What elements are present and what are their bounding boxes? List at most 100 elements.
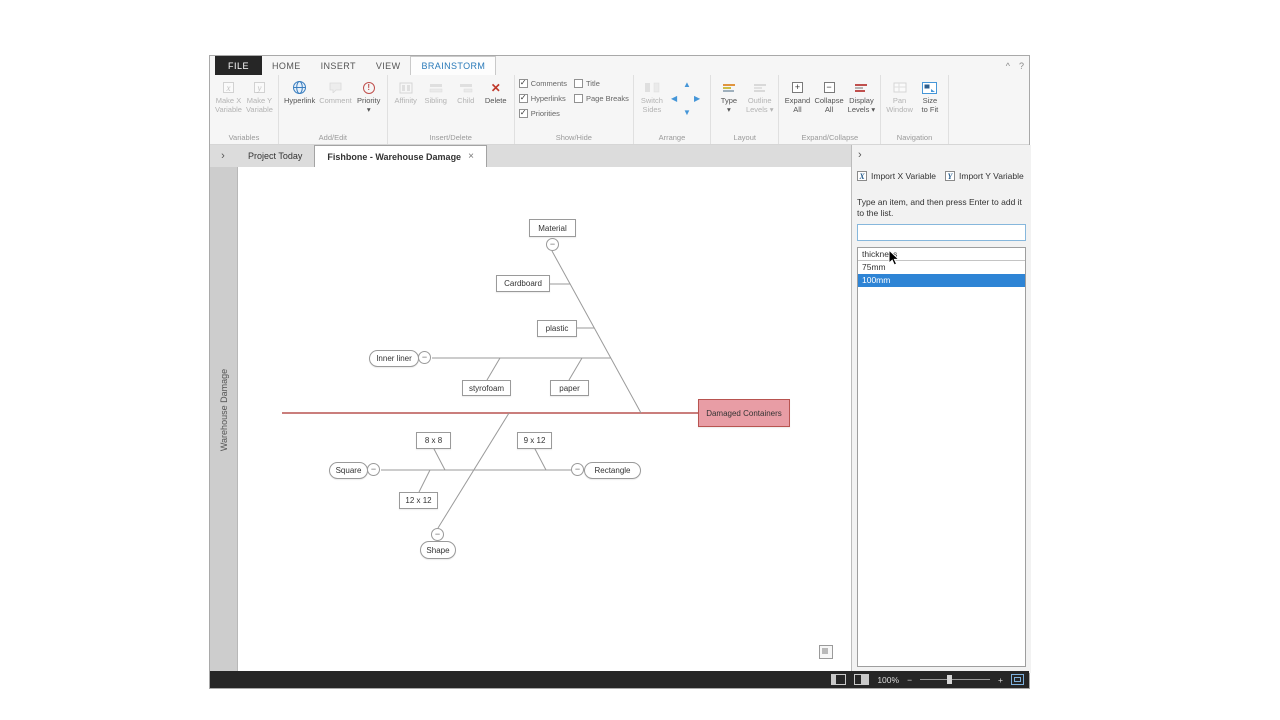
group-label-variables: Variables <box>210 132 278 144</box>
comment-button[interactable]: Comment <box>317 77 354 105</box>
checkbox-hyperlinks[interactable]: ✓ Hyperlinks <box>519 94 567 103</box>
node-shape[interactable]: Shape <box>420 541 456 559</box>
list-item[interactable]: 75mm <box>858 261 1025 274</box>
collapse-toggle-square[interactable]: − <box>367 463 380 476</box>
group-label-navigation: Navigation <box>881 132 948 144</box>
group-arrange: Switch Sides ▲ ◀ ▶ ▼ Arrange <box>634 75 711 144</box>
priority-button[interactable]: ! Priority ▾ <box>354 77 384 114</box>
tab-insert[interactable]: INSERT <box>311 56 366 75</box>
list-item[interactable]: 100mm <box>858 274 1025 287</box>
collapse-all-button[interactable]: − Collapse All <box>812 77 845 114</box>
comment-icon <box>329 79 342 96</box>
tab-view[interactable]: VIEW <box>366 56 411 75</box>
split-view-icon[interactable] <box>854 674 869 685</box>
delete-x-icon: ✕ <box>491 81 501 95</box>
collapse-toggle-inner-liner[interactable]: − <box>418 351 431 364</box>
size-to-fit-icon <box>922 79 937 96</box>
document-tab-bar: › Project Today Fishbone - Warehouse Dam… <box>210 145 851 167</box>
zoom-out-button[interactable]: − <box>907 675 912 685</box>
zoom-slider-thumb[interactable] <box>947 675 952 684</box>
node-8x8[interactable]: 8 x 8 <box>416 432 451 449</box>
move-up-button[interactable]: ▲ <box>683 81 691 89</box>
node-12x12[interactable]: 12 x 12 <box>399 492 438 509</box>
close-tab-icon[interactable]: × <box>468 151 474 162</box>
node-cardboard[interactable]: Cardboard <box>496 275 550 292</box>
group-label-add-edit: Add/Edit <box>279 132 387 144</box>
zoom-level: 100% <box>877 675 899 685</box>
tab-project-today[interactable]: Project Today <box>236 145 314 167</box>
node-paper[interactable]: paper <box>550 380 589 396</box>
move-left-button[interactable]: ◀ <box>671 95 677 103</box>
group-layout: Type ▾ Outline Levels ▾ Layout <box>711 75 780 144</box>
add-item-input[interactable] <box>857 224 1026 241</box>
diagram-canvas[interactable]: Material − Cardboard plastic Inner liner… <box>238 167 851 673</box>
tab-file[interactable]: FILE <box>215 56 262 75</box>
tab-fishbone-warehouse-damage[interactable]: Fishbone - Warehouse Damage × <box>314 145 487 167</box>
group-label-show-hide: Show/Hide <box>515 132 633 144</box>
collapse-toggle-rectangle[interactable]: − <box>571 463 584 476</box>
child-button[interactable]: Child <box>451 77 481 105</box>
checkbox-page-breaks[interactable]: Page Breaks <box>574 94 629 103</box>
item-list[interactable]: thickness 75mm 100mm <box>857 247 1026 667</box>
group-add-edit: Hyperlink Comment ! Priority ▾ Add/Edit <box>279 75 388 144</box>
left-panel-chevron-icon[interactable]: › <box>210 145 236 167</box>
import-x-variable-button[interactable]: X Import X Variable <box>854 169 942 183</box>
checkbox-box <box>574 79 583 88</box>
group-expand-collapse: + Expand All − Collapse All Display Leve… <box>779 75 881 144</box>
outline-levels-button[interactable]: Outline Levels ▾ <box>744 77 776 114</box>
node-rectangle[interactable]: Rectangle <box>584 462 641 479</box>
checkbox-title[interactable]: Title <box>574 79 629 88</box>
checkbox-box: ✓ <box>519 94 528 103</box>
help-icon[interactable]: ? <box>1019 61 1024 71</box>
make-y-variable-button[interactable]: y Make Y Variable <box>244 77 275 114</box>
node-damaged-containers[interactable]: Damaged Containers <box>698 399 790 427</box>
affinity-button[interactable]: Affinity <box>391 77 421 105</box>
display-levels-button[interactable]: Display Levels ▾ <box>846 77 878 114</box>
move-right-button[interactable]: ▶ <box>694 95 700 103</box>
node-9x12[interactable]: 9 x 12 <box>517 432 552 449</box>
normal-view-icon[interactable] <box>831 674 846 685</box>
zoom-slider[interactable] <box>920 675 990 684</box>
variable-panel: › X Import X Variable Y Import Y Variabl… <box>851 145 1031 673</box>
right-panel-chevron-icon[interactable]: › <box>858 149 862 161</box>
ribbon-tab-bar: FILE HOME INSERT VIEW BRAINSTORM ^ ? <box>210 56 1029 75</box>
tab-home[interactable]: HOME <box>262 56 311 75</box>
make-x-variable-button[interactable]: x Make X Variable <box>213 77 244 114</box>
page-navigator-button[interactable] <box>819 645 833 659</box>
document-sidebar[interactable]: Warehouse Damage <box>210 167 238 673</box>
fit-to-window-icon[interactable] <box>1011 674 1024 685</box>
type-button[interactable]: Type ▾ <box>714 77 744 114</box>
group-insert-delete: Affinity Sibling Child ✕ Delete <box>388 75 515 144</box>
tab-brainstorm[interactable]: BRAINSTORM <box>410 56 496 75</box>
switch-sides-button[interactable]: Switch Sides <box>637 77 667 114</box>
delete-button[interactable]: ✕ Delete <box>481 77 511 105</box>
move-down-button[interactable]: ▼ <box>683 109 691 117</box>
collapse-toggle-shape[interactable]: − <box>431 528 444 541</box>
outline-levels-icon <box>754 79 766 96</box>
pan-window-button[interactable]: Pan Window <box>884 77 915 114</box>
sibling-button[interactable]: Sibling <box>421 77 451 105</box>
collapse-toggle-material[interactable]: − <box>546 238 559 251</box>
node-plastic[interactable]: plastic <box>537 320 577 337</box>
y-variable-icon: Y <box>945 171 955 181</box>
checkbox-priorities[interactable]: ✓ Priorities <box>519 109 567 118</box>
y-variable-icon: y <box>254 82 265 93</box>
collapse-ribbon-icon[interactable]: ^ <box>1006 61 1010 71</box>
checkbox-box: ✓ <box>519 79 528 88</box>
node-styrofoam[interactable]: styrofoam <box>462 380 511 396</box>
group-variables: x Make X Variable y Make Y Variable Vari… <box>210 75 279 144</box>
node-square[interactable]: Square <box>329 462 368 479</box>
node-inner-liner[interactable]: Inner liner <box>369 350 419 367</box>
list-item[interactable]: thickness <box>858 248 1025 261</box>
group-label-arrange: Arrange <box>634 132 710 144</box>
checkbox-comments[interactable]: ✓ Comments <box>519 79 567 88</box>
app-window: FILE HOME INSERT VIEW BRAINSTORM ^ ? x M… <box>209 55 1030 689</box>
hyperlink-button[interactable]: Hyperlink <box>282 77 317 105</box>
size-to-fit-button[interactable]: Size to Fit <box>915 77 945 114</box>
globe-icon <box>292 79 307 96</box>
zoom-in-button[interactable]: + <box>998 675 1003 685</box>
import-y-variable-button[interactable]: Y Import Y Variable <box>942 169 1030 183</box>
expand-all-button[interactable]: + Expand All <box>782 77 812 114</box>
node-material[interactable]: Material <box>529 219 576 237</box>
plus-box-icon: + <box>792 82 803 93</box>
